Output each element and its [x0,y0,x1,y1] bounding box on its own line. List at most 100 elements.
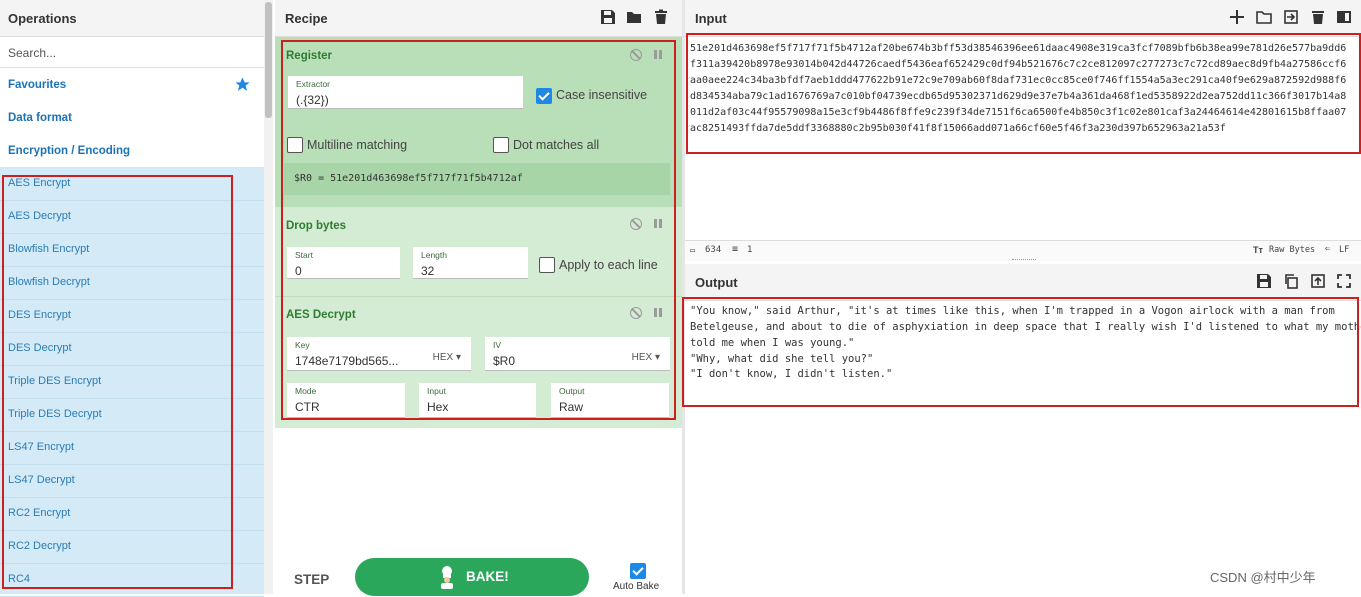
input-line: aa0aee224c34ba3bfdf7aeb1ddd477622b91e72c… [690,75,1347,86]
category-favourites[interactable]: Favourites [0,68,264,102]
output-format-select[interactable]: Output Raw [551,383,669,418]
disable-icon[interactable] [630,218,642,230]
text-encoding-icon[interactable]: Tт [1253,245,1263,255]
output-line: "You know," said Arthur, "it's at times … [690,305,1335,317]
save-icon[interactable] [600,9,616,25]
op-ls47-encrypt[interactable]: LS47 Encrypt [0,431,264,465]
mode-select[interactable]: Mode CTR [287,383,405,418]
op-triple-des-encrypt[interactable]: Triple DES Encrypt [0,365,264,399]
op-des-encrypt[interactable]: DES Encrypt [0,299,264,333]
auto-bake-checkbox[interactable] [630,563,646,579]
case-insensitive-label: Case insensitive [556,88,648,102]
layout-icon[interactable] [1336,9,1352,25]
eol-label[interactable]: LF [1339,245,1349,255]
category-label: Data format [8,112,72,124]
operation-drop-bytes[interactable]: Drop bytes Start 0 Length 32 Apply to ea… [275,207,682,296]
op-rc2-decrypt[interactable]: RC2 Decrypt [0,530,264,564]
op-blowfish-decrypt[interactable]: Blowfish Decrypt [0,266,264,300]
raw-bytes-label[interactable]: Raw Bytes [1269,245,1315,255]
category-encryption-encoding[interactable]: Encryption / Encoding [0,134,264,168]
save-output-icon[interactable] [1256,273,1272,289]
input-line: f311a39420b8978e93014b042d44726caedf5436… [690,59,1347,70]
resize-handle[interactable] [1012,259,1036,262]
multiline-checkbox[interactable] [287,137,303,153]
input-header: Input [685,0,1361,37]
operation-aes-decrypt[interactable]: AES Decrypt Key 1748e7179bd565... HEX ▾ … [275,296,682,428]
lines-icon: ≡ [732,244,739,255]
key-format-dropdown[interactable]: HEX ▾ [433,352,461,363]
iv-field[interactable]: IV $R0 HEX ▾ [485,337,670,371]
output-title: Output [695,275,738,290]
star-icon[interactable] [234,76,251,93]
case-insensitive-checkbox[interactable] [536,88,552,104]
disable-icon[interactable] [630,307,642,319]
auto-bake-label: Auto Bake [613,581,660,592]
recipe-list: Register Extractor (.{32}) Case insensit… [275,37,682,428]
operation-list: AES Encrypt AES Decrypt Blowfish Encrypt… [0,167,264,597]
copy-icon[interactable] [1283,273,1299,289]
add-icon[interactable] [1229,9,1245,25]
output-line: Betelgeuse, and about to die of asphyxia… [690,321,1361,333]
op-rc4[interactable]: RC4 [0,563,264,597]
apply-each-line-checkbox[interactable] [539,257,555,273]
search-placeholder: Search... [8,46,57,60]
pause-icon[interactable] [654,308,662,317]
output-line: "Why, what did she tell you?" [690,353,874,365]
disable-icon[interactable] [630,49,642,61]
operation-name: AES Decrypt [286,309,356,321]
op-rc2-encrypt[interactable]: RC2 Encrypt [0,497,264,531]
dot-matches-all-label: Dot matches all [513,138,600,152]
pause-icon[interactable] [654,219,662,228]
input-status-bar: ▭ 634 ≡ 1 Tт Raw Bytes ⇐ LF [685,240,1361,261]
category-data-format[interactable]: Data format [0,101,264,135]
key-field[interactable]: Key 1748e7179bd565... HEX ▾ [287,337,471,371]
op-triple-des-decrypt[interactable]: Triple DES Decrypt [0,398,264,432]
input-format-select[interactable]: Input Hex [419,383,536,418]
length-field[interactable]: Length 32 [413,247,528,279]
op-des-decrypt[interactable]: DES Decrypt [0,332,264,366]
bake-bar: STEP BAKE! Auto Bake [275,558,682,596]
operations-panel: Operations Search... Favourites Data for… [0,0,264,597]
operations-header: Operations [0,0,264,37]
input-line: 011d2af03c44f95579098a15e3cf9b4486f8ffe9… [690,107,1347,118]
output-header: Output [685,264,1361,301]
bake-button[interactable]: BAKE! [355,558,589,596]
output-line: "I don't know, I didn't listen." [690,368,893,380]
op-blowfish-encrypt[interactable]: Blowfish Encrypt [0,233,264,267]
input-line: ac8251493ffda7de5ddf3368880c2b95b030f41f… [690,123,1226,134]
operation-name: Drop bytes [286,220,347,232]
op-aes-encrypt[interactable]: AES Encrypt [0,167,264,201]
clear-input-icon[interactable] [1310,9,1326,25]
maximize-icon[interactable] [1336,273,1352,289]
category-label: Encryption / Encoding [8,145,131,157]
input-line: d834534aba79c1ad1676769a7c010bf04739ecdb… [690,91,1347,102]
register-result: $R0 = 51e201d463698ef5f717f71f5b4712af [284,163,670,195]
input-length: 634 [705,245,722,255]
input-lines-count: 1 [747,245,753,255]
trash-icon[interactable] [653,9,669,25]
search-input[interactable]: Search... [0,37,264,68]
apply-each-line-label: Apply to each line [559,258,658,272]
open-file-icon[interactable] [1283,9,1299,25]
operations-scrollbar-thumb[interactable] [265,2,272,118]
dot-matches-all-checkbox[interactable] [493,137,509,153]
folder-icon[interactable] [626,9,642,25]
step-button[interactable]: STEP [294,572,329,587]
watermark: CSDN @村中少年 [1210,570,1316,585]
operation-register[interactable]: Register Extractor (.{32}) Case insensit… [275,37,682,207]
multiline-label: Multiline matching [307,138,408,152]
input-line: 51e201d463698ef5f717f71f5b4712af20be674b… [690,43,1347,54]
iv-format-dropdown[interactable]: HEX ▾ [632,352,660,363]
pause-icon[interactable] [654,50,662,59]
recipe-header: Recipe [275,0,682,37]
extractor-field[interactable]: Extractor (.{32}) [288,76,523,109]
open-folder-icon[interactable] [1256,9,1272,25]
op-aes-decrypt[interactable]: AES Decrypt [0,200,264,234]
output-line: told me when I was young." [690,337,855,349]
op-ls47-decrypt[interactable]: LS47 Decrypt [0,464,264,498]
chef-icon [441,566,453,589]
category-label: Favourites [8,79,67,91]
replace-input-icon[interactable] [1310,273,1326,289]
start-field[interactable]: Start 0 [287,247,400,279]
recipe-title: Recipe [285,11,328,26]
